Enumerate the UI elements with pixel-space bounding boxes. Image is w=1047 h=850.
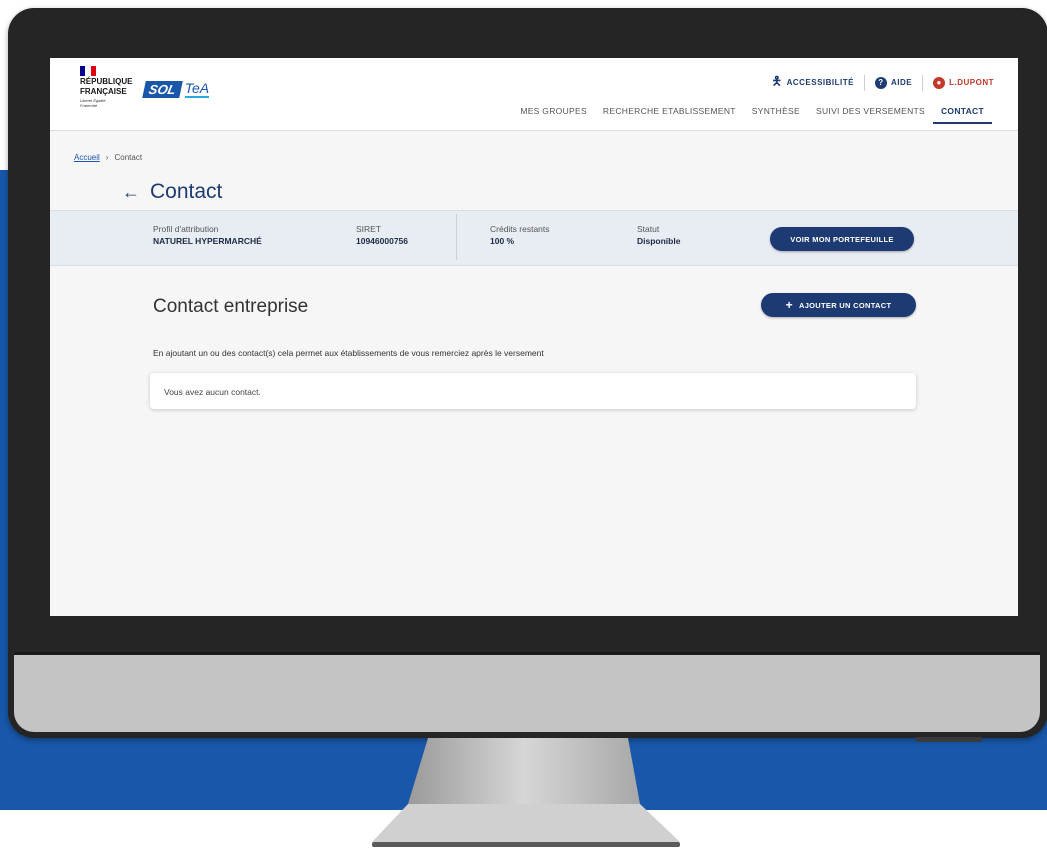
page-title-row: ← Contact xyxy=(122,180,222,204)
siret-label: SIRET xyxy=(356,224,382,234)
app-logo[interactable]: SOL TeA xyxy=(142,78,210,100)
republique-motto: Liberté Égalité Fraternité xyxy=(80,98,106,108)
app-logo-main: SOL xyxy=(142,80,183,98)
add-contact-button[interactable]: + AJOUTER UN CONTACT xyxy=(761,293,916,317)
profile-info-bar: Profil d'attribution NATUREL HYPERMARCHÉ… xyxy=(50,210,1018,266)
user-account-link[interactable]: ● L.DUPONT xyxy=(923,76,1004,89)
help-icon: ? xyxy=(874,76,887,89)
credits-label: Crédits restants xyxy=(490,224,550,234)
monitor-stand xyxy=(372,738,680,847)
app-screen: RÉPUBLIQUE FRANÇAISE Liberté Égalité Fra… xyxy=(50,58,1018,616)
profil-label: Profil d'attribution xyxy=(153,224,219,234)
nav-contact[interactable]: CONTACT xyxy=(932,106,992,124)
back-arrow-icon[interactable]: ← xyxy=(122,182,140,203)
view-portfolio-button[interactable]: VOIR MON PORTEFEUILLE xyxy=(770,227,914,251)
empty-contacts-card: Vous avez aucun contact. xyxy=(150,373,916,409)
statut-label: Statut xyxy=(637,224,660,234)
breadcrumb: Accueil › Contact xyxy=(74,153,142,162)
republique-line-2: FRANÇAISE xyxy=(80,87,127,96)
add-contact-label: AJOUTER UN CONTACT xyxy=(798,300,892,310)
section-title: Contact entreprise xyxy=(153,296,309,317)
nav-synthese[interactable]: SYNTHÈSE xyxy=(744,106,808,124)
plus-icon: + xyxy=(785,298,793,312)
republique-francaise-logo[interactable]: RÉPUBLIQUE FRANÇAISE Liberté Égalité Fra… xyxy=(80,66,132,108)
breadcrumb-current: Contact xyxy=(114,153,143,162)
help-label: AIDE xyxy=(890,78,913,87)
nav-recherche-etablissement[interactable]: RECHERCHE ETABLISSEMENT xyxy=(595,106,744,124)
app-logo-sub: TeA xyxy=(184,80,210,98)
credits-value: 100 % xyxy=(490,236,515,246)
utility-links: 🯅 ACCESSIBILITÉ ? AIDE ● L.DUPONT xyxy=(762,72,1004,93)
statut-value: Disponible xyxy=(637,236,681,246)
profil-attribution: Profil d'attribution NATUREL HYPERMARCHÉ xyxy=(153,223,262,247)
profil-value: NATUREL HYPERMARCHÉ xyxy=(153,236,262,246)
page-title: Contact xyxy=(150,180,223,203)
accessibility-link[interactable]: 🯅 ACCESSIBILITÉ xyxy=(762,72,864,93)
help-link[interactable]: ? AIDE xyxy=(865,76,922,89)
siret-info: SIRET 10946000756 xyxy=(356,223,408,247)
user-icon: ● xyxy=(933,76,946,89)
siret-value: 10946000756 xyxy=(356,236,409,246)
empty-contacts-message: Vous avez aucun contact. xyxy=(164,387,261,397)
republique-line-1: RÉPUBLIQUE xyxy=(80,77,133,86)
user-name: L.DUPONT xyxy=(949,78,994,87)
site-header: RÉPUBLIQUE FRANÇAISE Liberté Égalité Fra… xyxy=(50,58,1018,131)
section-description: En ajoutant un ou des contact(s) cela pe… xyxy=(153,348,544,358)
chevron-right-icon: › xyxy=(105,153,109,162)
statut-info: Statut Disponible xyxy=(637,223,680,247)
accessibility-label: ACCESSIBILITÉ xyxy=(786,78,854,87)
nav-mes-groupes[interactable]: MES GROUPES xyxy=(512,106,595,124)
nav-suivi-versements[interactable]: SUIVI DES VERSEMENTS xyxy=(808,106,933,124)
french-flag-icon xyxy=(80,66,96,76)
breadcrumb-home-link[interactable]: Accueil xyxy=(74,153,100,162)
info-divider xyxy=(456,214,457,260)
main-navigation: MES GROUPES RECHERCHE ETABLISSEMENT SYNT… xyxy=(512,106,992,124)
accessibility-icon: 🯅 xyxy=(771,74,783,88)
credits-info: Crédits restants 100 % xyxy=(490,223,550,247)
monitor-chin xyxy=(14,655,1040,732)
